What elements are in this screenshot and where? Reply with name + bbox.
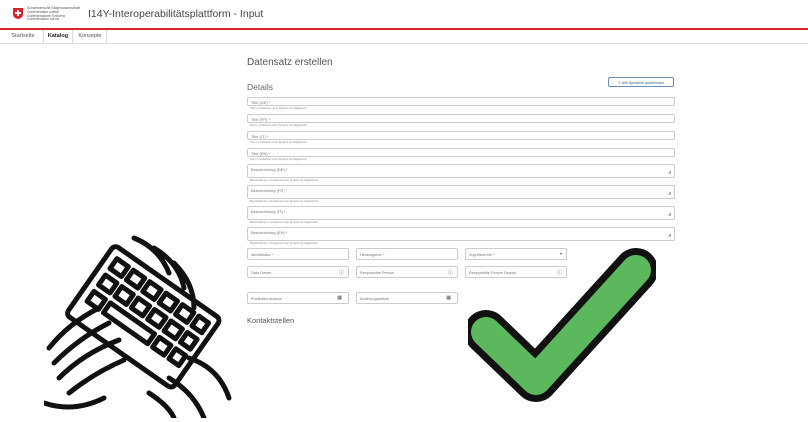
publication-date-label: Publikationsdatum: [251, 296, 283, 301]
toggle-languages-label: Alle Sprachen ausblenden: [621, 81, 664, 85]
app-title: I14Y-Interoperabilitätsplattform - Input: [88, 8, 264, 20]
description-it-field[interactable]: Beschreibung (IT) * ◢: [247, 206, 675, 220]
resize-grip-icon[interactable]: ◢: [668, 190, 671, 195]
contacts-title: Kontaktstellen: [247, 316, 295, 325]
title-fr-hint: Titel in mindestens einer Sprache ist ob…: [250, 124, 307, 127]
details-title: Details: [247, 82, 273, 92]
title-en-field[interactable]: Titel (EN) *: [247, 148, 675, 157]
description-de-field[interactable]: Beschreibung (DE) * ◢: [247, 164, 675, 178]
main-nav: Startseite Katalog Konzepte: [0, 30, 808, 44]
description-de-hint: Beschreibung in mindestens einer Sprache…: [250, 179, 319, 182]
description-fr-field[interactable]: Beschreibung (FR) * ◢: [247, 185, 675, 199]
responsible-person-label: Responsible Person: [360, 270, 394, 275]
data-owner-label: Data Owner: [251, 270, 272, 275]
description-fr-hint: Beschreibung in mindestens einer Sprache…: [250, 200, 319, 203]
description-de-label: Beschreibung (DE) *: [251, 167, 288, 172]
publisher-field[interactable]: Herausgeber *: [356, 248, 458, 260]
title-it-hint: Titel in mindestens einer Sprache ist ob…: [250, 141, 307, 144]
toggle-languages-button[interactable]: ✎ Alle Sprachen ausblenden: [608, 77, 674, 87]
description-en-field[interactable]: Beschreibung (EN) * ◢: [247, 227, 675, 241]
app-header: Schweizerische Eidgenossenschaft Confédé…: [0, 0, 808, 28]
typing-hands-icon: [44, 235, 232, 418]
tab-konzepte[interactable]: Konzepte: [74, 30, 107, 43]
publication-date-field[interactable]: Publikationsdatum ▦: [247, 292, 349, 304]
confederation-text: Schweizerische Eidgenossenschaft Confédé…: [27, 6, 81, 22]
calendar-icon[interactable]: ▦: [337, 295, 342, 301]
title-de-label: Titel (DE) *: [251, 100, 271, 105]
resize-grip-icon[interactable]: ◢: [668, 169, 671, 174]
responsible-person-field[interactable]: Responsible Person ⓘ: [356, 266, 458, 278]
page-title: Datensatz erstellen: [247, 57, 333, 68]
title-de-hint: Titel in mindestens einer Sprache ist ob…: [250, 107, 307, 110]
title-it-field[interactable]: Titel (IT) *: [247, 131, 675, 140]
swiss-coat-of-arms-icon: [13, 8, 23, 19]
tab-startseite[interactable]: Startseite: [6, 30, 40, 43]
description-fr-label: Beschreibung (FR) *: [251, 188, 288, 193]
title-en-hint: Titel in mindestens einer Sprache ist ob…: [250, 158, 307, 161]
modification-date-field[interactable]: Änderungsdatum ▦: [356, 292, 458, 304]
tab-katalog[interactable]: Katalog: [43, 30, 73, 43]
help-icon[interactable]: ⓘ: [448, 269, 453, 276]
description-it-hint: Beschreibung in mindestens einer Sprache…: [250, 221, 319, 224]
description-en-label: Beschreibung (EN) *: [251, 230, 288, 235]
resize-grip-icon[interactable]: ◢: [668, 232, 671, 237]
modification-date-label: Änderungsdatum: [360, 296, 389, 301]
title-en-label: Titel (EN) *: [251, 151, 271, 156]
checkmark-icon: [468, 248, 656, 402]
publisher-label: Herausgeber *: [360, 252, 385, 257]
title-it-label: Titel (IT) *: [251, 134, 269, 139]
resize-grip-icon[interactable]: ◢: [668, 211, 671, 216]
title-fr-label: Titel (FR) *: [251, 117, 271, 122]
title-fr-field[interactable]: Titel (FR) *: [247, 114, 675, 123]
help-icon[interactable]: ⓘ: [339, 269, 344, 276]
description-en-hint: Beschreibung in mindestens einer Sprache…: [250, 242, 319, 245]
data-owner-field[interactable]: Data Owner ⓘ: [247, 266, 349, 278]
description-it-label: Beschreibung (IT) *: [251, 209, 286, 214]
title-de-field[interactable]: Titel (DE) *: [247, 97, 675, 106]
identifier-field[interactable]: Identifikator *: [247, 248, 349, 260]
identifier-label: Identifikator *: [251, 252, 274, 257]
calendar-icon[interactable]: ▦: [446, 295, 451, 301]
